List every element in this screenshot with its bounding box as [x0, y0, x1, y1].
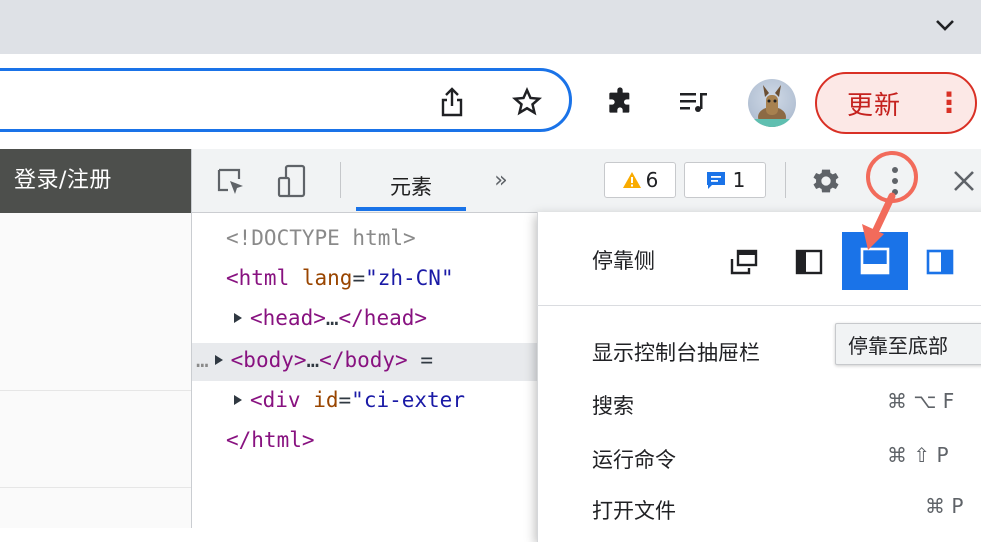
menu-item-run-command[interactable]: 运行命令	[592, 444, 676, 474]
dom-head[interactable]: <head>…</head>	[232, 306, 427, 330]
dom-tag: <head>	[250, 306, 326, 330]
close-icon	[954, 171, 974, 191]
active-tab-indicator	[356, 207, 466, 211]
warnings-counter[interactable]: 6	[604, 162, 676, 198]
media-queue-icon	[680, 93, 707, 112]
menu-item-search[interactable]: 搜索	[592, 390, 634, 420]
dom-doctype[interactable]: <!DOCTYPE html>	[226, 226, 416, 250]
dom-tag: <html	[226, 266, 302, 290]
dom-attr-value: "zh-CN"	[365, 266, 454, 290]
more-tabs-button[interactable]: »	[486, 162, 516, 198]
menu-divider	[537, 305, 981, 306]
messages-counter[interactable]: 1	[684, 162, 766, 198]
tab-search-button[interactable]	[925, 8, 965, 42]
extensions-button[interactable]	[598, 80, 642, 124]
settings-button[interactable]	[805, 160, 847, 202]
media-controls-button[interactable]	[672, 80, 716, 124]
close-devtools-button[interactable]	[944, 160, 981, 202]
dom-tag: </body>	[319, 348, 408, 372]
star-icon	[512, 87, 542, 116]
page-body	[0, 213, 192, 528]
dock-left-button[interactable]	[787, 240, 831, 284]
update-label: 更新	[847, 90, 902, 121]
inspect-element-button[interactable]	[213, 164, 249, 200]
dom-equals-dollar0: =	[407, 348, 433, 372]
dom-body[interactable]: … <body>…</body> =	[196, 348, 433, 372]
tab-strip	[0, 0, 981, 54]
gear-icon	[813, 169, 839, 193]
dock-left-icon	[795, 249, 823, 275]
dom-div[interactable]: <div id="ci-exter	[232, 388, 465, 412]
warnings-count: 6	[645, 168, 659, 192]
login-register-link[interactable]: 登录/注册	[14, 162, 112, 194]
dom-html-close[interactable]: </html>	[226, 428, 315, 452]
page-divider	[0, 390, 192, 391]
shortcut-open-file: ⌘ P	[925, 494, 964, 518]
dog-avatar-icon	[752, 85, 792, 127]
page-divider	[0, 487, 192, 488]
dom-attr-name: id	[313, 388, 339, 412]
address-bar[interactable]	[0, 68, 572, 132]
extensions-puzzle-icon	[609, 87, 630, 113]
dom-html-open[interactable]: <html lang="zh-CN"	[226, 266, 454, 290]
dom-attr-name: lang	[301, 266, 353, 290]
menu-item-open-file[interactable]: 打开文件	[592, 495, 676, 525]
annotation-arrow-icon	[862, 192, 896, 250]
bookmark-star-button[interactable]	[505, 80, 549, 124]
toolbar-divider	[340, 162, 341, 198]
chevron-down-icon	[936, 20, 954, 31]
dock-undock-button[interactable]	[722, 240, 766, 284]
dom-tag: </head>	[338, 306, 428, 330]
triangle-right-icon[interactable]	[232, 393, 244, 407]
messages-count: 1	[732, 168, 746, 192]
dom-equals: =	[338, 388, 352, 412]
dom-equals: =	[352, 266, 366, 290]
update-button[interactable]: 更新 ⋮	[815, 72, 977, 134]
dom-collapsed-dots: …	[306, 348, 320, 372]
device-mode-icon	[277, 164, 306, 198]
toolbar-divider	[785, 162, 786, 198]
device-toolbar-button[interactable]	[275, 162, 309, 200]
dom-row-menu-icon[interactable]: …	[196, 348, 209, 372]
share-button[interactable]	[432, 80, 472, 124]
shortcut-search: ⌘ ⌥ F	[887, 389, 955, 413]
undock-window-icon	[730, 249, 758, 275]
shortcut-run-command: ⌘ ⇧ P	[887, 443, 949, 467]
warning-triangle-icon	[622, 172, 641, 188]
menu-item-show-console-drawer[interactable]: 显示控制台抽屉栏	[592, 337, 760, 367]
tab-elements[interactable]: 元素	[356, 160, 466, 212]
triangle-right-icon[interactable]	[232, 311, 244, 325]
dock-side-label: 停靠侧	[592, 249, 655, 273]
profile-avatar[interactable]	[748, 79, 796, 127]
dom-collapsed-dots: …	[325, 306, 339, 330]
triangle-right-icon[interactable]	[213, 353, 225, 367]
dock-right-icon	[926, 249, 954, 275]
dock-right-button[interactable]	[918, 240, 962, 284]
dock-bottom-tooltip: 停靠至底部	[835, 323, 981, 365]
dom-tag: <body>	[230, 348, 307, 372]
dom-tag: <div	[250, 388, 314, 412]
share-icon	[441, 87, 463, 117]
message-icon	[706, 172, 725, 189]
select-element-icon	[217, 168, 243, 194]
more-vert-icon: ⋮	[935, 86, 964, 119]
dom-attr-value: "ci-exter	[351, 388, 465, 412]
